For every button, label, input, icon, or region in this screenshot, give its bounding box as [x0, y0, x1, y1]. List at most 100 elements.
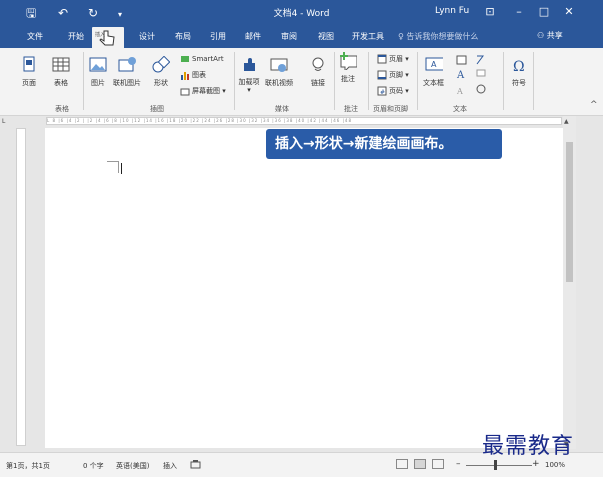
web-layout-button[interactable] — [432, 459, 444, 469]
header-icon — [377, 54, 387, 64]
maximize-button[interactable]: □ — [535, 4, 553, 20]
zoom-slider[interactable] — [466, 465, 532, 466]
print-layout-button[interactable] — [414, 459, 426, 469]
horizontal-ruler[interactable]: L 8 |6 |4 |2 | |2 |4 |6 |8 |10 |12 |14 |… — [14, 116, 576, 126]
object-icon[interactable] — [476, 84, 486, 94]
svg-text:Ω: Ω — [513, 59, 525, 74]
tab-developer[interactable]: 开发工具 — [352, 31, 384, 42]
insert-mode[interactable]: 插入 — [163, 461, 177, 471]
addins-button[interactable]: 加载项 ▾ — [238, 56, 260, 94]
text-tools-icons: A A — [456, 55, 486, 96]
table-icon — [52, 57, 70, 72]
comment-button[interactable]: 批注 — [339, 52, 358, 84]
smartart-button[interactable]: SmartArt — [180, 54, 224, 64]
tab-view[interactable]: 视图 — [318, 31, 334, 42]
comment-label: 批注 — [341, 75, 355, 83]
smartart-label: SmartArt — [192, 55, 224, 63]
zoom-out-button[interactable]: – — [456, 459, 461, 469]
page-number-button[interactable]: # 页码 ▾ — [377, 86, 409, 96]
watermark-logo: 最需教育 — [482, 434, 575, 459]
quick-parts-icon[interactable] — [456, 55, 467, 65]
group-separator — [533, 52, 534, 110]
ribbon-display-icon[interactable]: ⊡ — [481, 4, 499, 20]
textbox-label: 文本框 — [423, 79, 444, 87]
shapes-button[interactable]: 形状 — [152, 55, 171, 88]
tell-me-search[interactable]: ♀ 告诉我你想要做什么 — [398, 31, 478, 42]
group-label-header-footer: 页眉和页脚 — [373, 105, 408, 113]
vertical-ruler[interactable] — [14, 128, 28, 448]
tab-stop-selector[interactable]: L — [2, 118, 11, 126]
wordart-icon[interactable]: A — [456, 70, 465, 81]
symbol-label: 符号 — [512, 79, 526, 87]
omega-icon: Ω — [513, 59, 525, 75]
signature-line-icon[interactable] — [476, 55, 484, 65]
margin-corner-mark — [107, 161, 119, 173]
online-video-icon — [270, 58, 288, 72]
comment-icon — [340, 52, 358, 73]
tab-design[interactable]: 设计 — [139, 31, 155, 42]
tab-layout[interactable]: 布局 — [175, 31, 191, 42]
word-window: 🖫 ↶ ↻ ▾ 文档4 - Word Lynn Fu ⊡ – □ ✕ 文件 开始… — [0, 0, 603, 477]
picture-button[interactable]: 图片 — [89, 56, 107, 88]
screenshot-button[interactable]: 屏幕截图 ▾ — [180, 86, 226, 96]
link-button[interactable]: 链接 — [309, 56, 327, 88]
tab-file[interactable]: 文件 — [27, 31, 43, 42]
share-button[interactable]: ⚇ 共享 — [537, 30, 563, 41]
textbox-icon: A — [425, 57, 444, 71]
online-picture-button[interactable]: 联机图片 — [113, 56, 141, 88]
page-button[interactable]: 页面 — [20, 56, 38, 88]
header-button[interactable]: 页眉 ▾ — [377, 54, 409, 64]
group-label-comments: 批注 — [344, 105, 358, 113]
group-label-illustrations: 插图 — [150, 105, 164, 113]
svg-text:A: A — [431, 60, 437, 69]
language-indicator[interactable]: 英语(美国) — [116, 461, 149, 471]
text-caret — [121, 163, 122, 174]
table-label: 表格 — [54, 79, 68, 87]
zoom-level[interactable]: 100% — [545, 461, 565, 469]
zoom-slider-thumb[interactable] — [494, 460, 497, 470]
read-mode-button[interactable] — [396, 459, 408, 469]
scroll-thumb[interactable] — [566, 142, 573, 282]
page-count[interactable]: 第1页，共1页 — [6, 461, 50, 471]
ruler-ticks: L 8 |6 |4 |2 | |2 |4 |6 |8 |10 |12 |14 |… — [46, 117, 562, 125]
picture-label: 图片 — [91, 79, 105, 87]
zoom-in-button[interactable]: + — [532, 459, 540, 469]
page-number-label: 页码 ▾ — [389, 87, 409, 95]
textbox-button[interactable]: A 文本框 — [423, 56, 444, 88]
minimize-button[interactable]: – — [510, 4, 528, 20]
group-label-text: 文本 — [453, 105, 467, 113]
chart-label: 图表 — [192, 71, 206, 79]
tab-insert[interactable]: 插入 — [92, 27, 124, 48]
scroll-up-arrow[interactable]: ▲ — [564, 118, 569, 125]
screenshot-icon — [180, 88, 190, 96]
close-button[interactable]: ✕ — [560, 4, 578, 20]
document-page[interactable] — [45, 128, 563, 448]
user-name[interactable]: Lynn Fu — [435, 6, 469, 16]
drop-cap-icon[interactable]: A — [456, 87, 463, 96]
footer-button[interactable]: 页脚 ▾ — [377, 70, 409, 80]
tab-review[interactable]: 审阅 — [281, 31, 297, 42]
ribbon-tabs: 文件 开始 设计 布局 引用 邮件 审阅 视图 开发工具 ♀ 告诉我你想要做什么… — [0, 26, 603, 48]
link-label: 链接 — [311, 79, 325, 87]
picture-icon — [89, 57, 107, 72]
group-separator — [368, 52, 369, 110]
online-video-button[interactable]: 联机视频 — [265, 56, 293, 88]
shapes-label: 形状 — [154, 79, 168, 87]
svg-text:#: # — [380, 89, 385, 96]
addins-icon — [244, 58, 255, 71]
date-time-icon[interactable] — [476, 69, 486, 77]
group-separator — [503, 52, 504, 110]
symbol-button[interactable]: Ω 符号 — [510, 56, 528, 88]
macro-record-icon[interactable] — [190, 459, 202, 471]
tab-home[interactable]: 开始 — [68, 31, 84, 42]
title-bar: 🖫 ↶ ↻ ▾ 文档4 - Word Lynn Fu ⊡ – □ ✕ — [0, 0, 603, 26]
group-label-media: 媒体 — [275, 105, 289, 113]
tab-mailings[interactable]: 邮件 — [245, 31, 261, 42]
chart-button[interactable]: 图表 — [180, 70, 206, 80]
table-button[interactable]: 表格 — [52, 56, 70, 88]
tab-references[interactable]: 引用 — [210, 31, 226, 42]
pointer-hand-icon: 插入 — [95, 30, 115, 46]
online-picture-label: 联机图片 — [113, 79, 141, 87]
collapse-ribbon-button[interactable]: ^ — [590, 100, 598, 110]
word-count[interactable]: 0 个字 — [83, 461, 104, 471]
